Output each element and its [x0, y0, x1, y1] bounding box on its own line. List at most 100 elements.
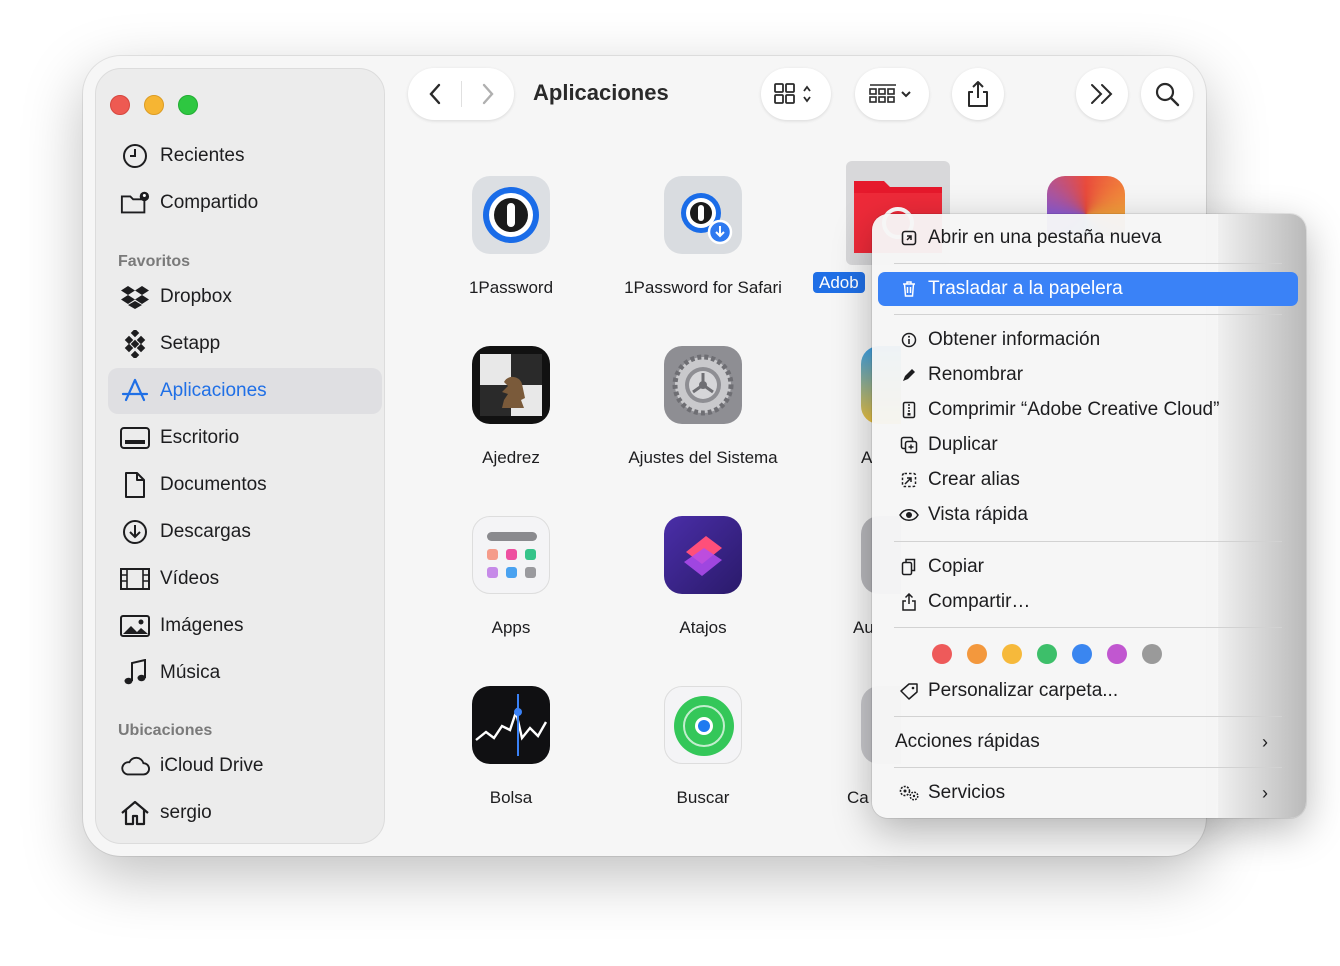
app-label: 1Password for Safari: [624, 278, 782, 297]
eye-icon: [898, 508, 920, 522]
screen: Recientes Compartido Favoritos Dropbox S…: [0, 0, 1340, 966]
info-icon: [898, 332, 920, 348]
menu-item-move-to-trash[interactable]: Trasladar a la papelera: [878, 272, 1298, 306]
clock-icon: [120, 141, 150, 171]
sidebar-item-icloud-drive[interactable]: iCloud Drive: [108, 743, 382, 789]
menu-item-quick-actions[interactable]: Acciones rápidas ›: [878, 725, 1298, 759]
sidebar-item-label: Descargas: [160, 521, 251, 542]
pencil-icon: [898, 367, 920, 383]
copy-icon: [898, 558, 920, 576]
back-button[interactable]: [409, 83, 461, 105]
share-button[interactable]: [952, 68, 1004, 120]
tag-color-yellow[interactable]: [1002, 644, 1022, 664]
window-title: Aplicaciones: [533, 80, 669, 105]
cloud-icon: [120, 751, 150, 781]
forward-button[interactable]: [462, 83, 514, 105]
sidebar-item-recientes[interactable]: Recientes: [108, 133, 382, 179]
sidebar-item-label: iCloud Drive: [160, 755, 264, 776]
app-label: Buscar: [676, 788, 730, 807]
sidebar-item-videos[interactable]: Vídeos: [108, 556, 382, 602]
sidebar-item-aplicaciones[interactable]: Aplicaciones: [108, 368, 382, 414]
close-button[interactable]: [110, 95, 130, 115]
zoom-button[interactable]: [178, 95, 198, 115]
menu-item-label: Obtener información: [928, 329, 1101, 350]
home-icon: [120, 798, 150, 828]
chess-icon: [472, 346, 550, 424]
app-bolsa[interactable]: Bolsa: [426, 686, 596, 809]
sidebar-item-imagenes[interactable]: Imágenes: [108, 603, 382, 649]
minimize-button[interactable]: [144, 95, 164, 115]
chevron-right-icon: ›: [1262, 731, 1268, 752]
menu-item-rename[interactable]: Renombrar: [878, 358, 1298, 392]
film-icon: [120, 564, 150, 594]
alias-icon: [898, 472, 920, 488]
sidebar-item-label: sergio: [160, 802, 212, 823]
app-label: Bolsa: [489, 788, 533, 807]
app-atajos[interactable]: Atajos: [618, 516, 788, 639]
sidebar-item-compartido[interactable]: Compartido: [108, 180, 382, 226]
menu-separator: [894, 314, 1282, 315]
menu-item-label: Crear alias: [928, 469, 1020, 490]
menu-item-customize-folder[interactable]: Personalizar carpeta...: [878, 674, 1298, 708]
sidebar-item-label: Dropbox: [160, 286, 232, 307]
app-1password-safari[interactable]: 1Password for Safari: [618, 176, 788, 299]
tag-color-green[interactable]: [1037, 644, 1057, 664]
menu-separator: [894, 716, 1282, 717]
sidebar-item-home[interactable]: sergio: [108, 790, 382, 836]
sidebar-item-escritorio[interactable]: Escritorio: [108, 415, 382, 461]
group-button[interactable]: [855, 68, 929, 120]
menu-item-label: Abrir en una pestaña nueva: [928, 227, 1162, 248]
menu-item-make-alias[interactable]: Crear alias: [878, 463, 1298, 497]
new-tab-icon: [898, 230, 920, 246]
download-icon: [120, 517, 150, 547]
1password-safari-icon: [664, 176, 742, 254]
more-toolbar-button[interactable]: [1076, 68, 1128, 120]
sidebar-item-label: Documentos: [160, 474, 267, 495]
document-icon: [120, 470, 150, 500]
menu-item-services[interactable]: Servicios ›: [878, 776, 1298, 810]
dropbox-icon: [120, 282, 150, 312]
group-icon: [869, 84, 911, 103]
sidebar-item-setapp[interactable]: Setapp: [108, 321, 382, 367]
app-label: Ajustes del Sistema: [628, 448, 778, 467]
sidebar-item-label: Aplicaciones: [160, 380, 267, 401]
menu-item-label: Servicios: [928, 782, 1006, 803]
sidebar-item-musica[interactable]: Música: [108, 650, 382, 696]
menu-item-open-new-tab[interactable]: Abrir en una pestaña nueva: [878, 221, 1298, 255]
app-ajustes-del-sistema[interactable]: Ajustes del Sistema: [618, 346, 788, 469]
menu-item-duplicate[interactable]: Duplicar: [878, 428, 1298, 462]
view-mode-button[interactable]: [761, 68, 831, 120]
app-ajedrez[interactable]: Ajedrez: [426, 346, 596, 469]
search-button[interactable]: [1141, 68, 1193, 120]
sidebar-item-documentos[interactable]: Documentos: [108, 462, 382, 508]
app-1password[interactable]: 1Password: [426, 176, 596, 299]
trash-icon: [898, 280, 920, 298]
sidebar-item-dropbox[interactable]: Dropbox: [108, 274, 382, 320]
tag-color-blue[interactable]: [1072, 644, 1092, 664]
menu-item-label: Comprimir “Adobe Creative Cloud”: [928, 399, 1220, 420]
tag-color-red[interactable]: [932, 644, 952, 664]
app-buscar[interactable]: Buscar: [618, 686, 788, 809]
sidebar-item-descargas[interactable]: Descargas: [108, 509, 382, 555]
nav-buttons: [408, 68, 514, 120]
locations-heading: Ubicaciones: [118, 722, 213, 739]
menu-separator: [894, 541, 1282, 542]
tag-color-gray[interactable]: [1142, 644, 1162, 664]
chevron-right-icon: ›: [1262, 782, 1268, 803]
music-icon: [120, 658, 150, 688]
app-label-selected: Adob: [813, 272, 865, 293]
menu-item-compress[interactable]: Comprimir “Adobe Creative Cloud”: [878, 393, 1298, 427]
tag-color-purple[interactable]: [1107, 644, 1127, 664]
menu-item-copy[interactable]: Copiar: [878, 550, 1298, 584]
applications-icon: [120, 376, 150, 406]
menu-item-get-info[interactable]: Obtener información: [878, 323, 1298, 357]
menu-item-quick-look[interactable]: Vista rápida: [878, 498, 1298, 532]
settings-gear-icon: [664, 346, 742, 424]
menu-item-label: Acciones rápidas: [895, 731, 1040, 752]
photo-icon: [120, 611, 150, 641]
menu-item-label: Vista rápida: [928, 504, 1028, 525]
app-apps[interactable]: Apps: [426, 516, 596, 639]
tag-color-orange[interactable]: [967, 644, 987, 664]
menu-item-label: Trasladar a la papelera: [928, 278, 1123, 299]
menu-item-share[interactable]: Compartir…: [878, 585, 1298, 619]
